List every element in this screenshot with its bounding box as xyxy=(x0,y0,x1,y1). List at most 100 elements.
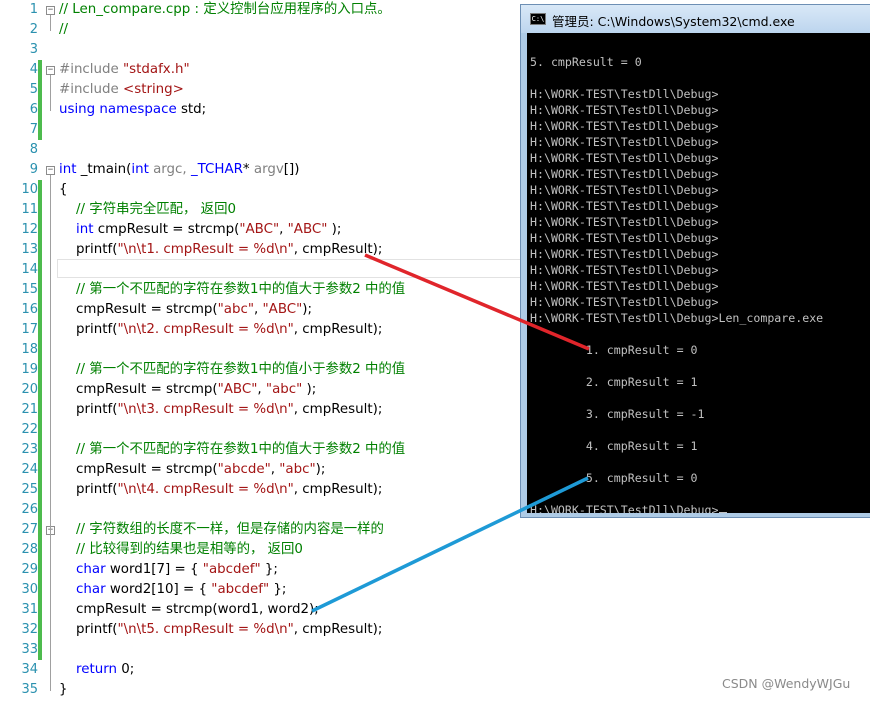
line-number: 6 xyxy=(29,102,38,117)
line-number: 25 xyxy=(21,482,38,497)
code-keyword: int xyxy=(76,222,98,237)
code-line[interactable]: return 0; xyxy=(59,660,134,680)
code-string: "ABC" xyxy=(217,382,258,397)
console-text: H:\WORK-TEST\TestDll\Debug> xyxy=(530,279,719,293)
code-line[interactable]: #include <string> xyxy=(59,80,184,100)
code-line[interactable]: cmpResult = strcmp("abc", "ABC"); xyxy=(59,300,312,320)
line-number: 30 xyxy=(21,582,38,597)
code-line[interactable]: int _tmain(int argc, _TCHAR* argv[]) xyxy=(59,160,299,180)
code-token: ); xyxy=(302,302,313,317)
console-text: 4. cmpResult = 1 xyxy=(530,439,698,453)
code-line[interactable]: // 比较得到的结果也是相等的， 返回0 xyxy=(59,540,303,560)
console-line: H:\WORK-TEST\TestDll\Debug>Len_compare.e… xyxy=(530,310,823,326)
code-string: "abc" xyxy=(217,302,254,317)
code-line[interactable]: cmpResult = strcmp(word1, word2); xyxy=(59,600,319,620)
code-token: []) xyxy=(283,162,300,177)
line-number: 1 xyxy=(29,2,38,17)
console-text: 5. cmpResult = 0 xyxy=(530,55,642,69)
code-line[interactable]: // xyxy=(59,20,68,40)
line-number: 27 xyxy=(21,522,38,537)
code-line[interactable]: // 第一个不匹配的字符在参数1中的值大于参数2 中的值 xyxy=(59,280,405,300)
code-comment: // 第一个不匹配的字符在参数1中的值小于参数2 中的值 xyxy=(59,362,406,377)
code-line[interactable]: printf("\n\t2. cmpResult = %d\n", cmpRes… xyxy=(59,320,382,340)
console-line: H:\WORK-TEST\TestDll\Debug> xyxy=(530,166,718,182)
code-token: { xyxy=(59,182,68,197)
line-number: 21 xyxy=(21,402,38,417)
code-line[interactable]: // 第一个不匹配的字符在参数1中的值小于参数2 中的值 xyxy=(59,360,405,380)
fold-collapse-icon[interactable]: − xyxy=(46,66,55,75)
code-string: "\n\t3. cmpResult = %d\n" xyxy=(117,402,294,417)
code-token: , xyxy=(254,302,263,317)
code-line[interactable]: cmpResult = strcmp("ABC", "abc" ); xyxy=(59,380,316,400)
code-keyword: return xyxy=(76,662,122,677)
cmd-console-output[interactable]: 5. cmpResult = 0 H:\WORK-TEST\TestDll\Deb… xyxy=(527,33,870,513)
cmd-title-bar[interactable]: C:\ 管理员: C:\Windows\System32\cmd.exe xyxy=(521,5,870,33)
code-line[interactable]: using namespace std; xyxy=(59,100,206,120)
code-line[interactable]: printf("\n\t4. cmpResult = %d\n", cmpRes… xyxy=(59,480,382,500)
code-keyword: char xyxy=(76,582,110,597)
code-comment: // 比较得到的结果也是相等的， 返回0 xyxy=(59,542,303,557)
line-number: 22 xyxy=(21,422,38,437)
code-line[interactable]: int cmpResult = strcmp("ABC", "ABC" ); xyxy=(59,220,341,240)
code-line[interactable]: char word2[10] = { "abcdef" }; xyxy=(59,580,286,600)
code-line[interactable]: printf("\n\t5. cmpResult = %d\n", cmpRes… xyxy=(59,620,382,640)
code-token: #include xyxy=(59,82,123,97)
current-line-highlight xyxy=(57,259,527,278)
line-number: 18 xyxy=(21,342,38,357)
code-token: cmpResult = strcmp( xyxy=(59,382,218,397)
code-token: printf( xyxy=(59,242,118,257)
fold-collapse-icon[interactable]: − xyxy=(46,166,55,175)
code-line[interactable]: cmpResult = strcmp("abcde", "abc"); xyxy=(59,460,325,480)
code-line[interactable]: char word1[7] = { "abcdef" }; xyxy=(59,560,278,580)
line-number: 20 xyxy=(21,382,38,397)
code-string: <string> xyxy=(123,82,184,97)
cmd-window[interactable]: C:\ 管理员: C:\Windows\System32\cmd.exe 5. … xyxy=(520,4,870,518)
fold-guide xyxy=(50,75,51,111)
code-string: "abc" xyxy=(279,462,316,477)
code-token: }; xyxy=(260,562,278,577)
code-line[interactable]: // Len_compare.cpp : 定义控制台应用程序的入口点。 xyxy=(59,0,391,20)
code-line[interactable]: // 字符串完全匹配， 返回0 xyxy=(59,200,236,220)
code-line[interactable]: } xyxy=(59,680,68,700)
console-line: H:\WORK-TEST\TestDll\Debug> xyxy=(530,182,718,198)
line-number: 15 xyxy=(21,282,38,297)
code-token: , xyxy=(270,462,280,477)
console-line: H:\WORK-TEST\TestDll\Debug> xyxy=(530,134,718,150)
code-token: argc, xyxy=(153,162,191,177)
code-comment: // 第一个不匹配的字符在参数1中的值大于参数2 中的值 xyxy=(59,442,406,457)
code-line[interactable]: printf("\n\t3. cmpResult = %d\n", cmpRes… xyxy=(59,400,382,420)
console-text: H:\WORK-TEST\TestDll\Debug> xyxy=(530,135,719,149)
code-token: }; xyxy=(269,582,287,597)
line-number: 31 xyxy=(21,602,38,617)
console-text: H:\WORK-TEST\TestDll\Debug> xyxy=(530,87,719,101)
code-line[interactable]: #include "stdafx.h" xyxy=(59,60,190,80)
line-number: 3 xyxy=(29,42,38,57)
code-keyword: using namespace xyxy=(59,102,181,117)
console-line: 4. cmpResult = 1 xyxy=(530,438,698,454)
line-number: 16 xyxy=(21,302,38,317)
code-line[interactable]: // 第一个不匹配的字符在参数1中的值大于参数2 中的值 xyxy=(59,440,405,460)
code-keyword: _TCHAR xyxy=(190,162,243,177)
fold-collapse-icon[interactable]: − xyxy=(46,6,55,15)
code-comment: // Len_compare.cpp : 定义控制台应用程序的入口点。 xyxy=(59,2,391,17)
code-line[interactable]: // 字符数组的长度不一样，但是存储的内容是一样的 xyxy=(59,520,384,540)
code-token: argv xyxy=(253,162,284,177)
console-text: H:\WORK-TEST\TestDll\Debug> xyxy=(530,151,719,165)
console-text: 1. cmpResult = 0 xyxy=(530,343,698,357)
code-token: , cmpResult); xyxy=(293,402,383,417)
line-number: 19 xyxy=(21,362,38,377)
line-number: 2 xyxy=(29,22,38,37)
code-token: cmpResult = strcmp( xyxy=(59,462,218,477)
code-token: , cmpResult); xyxy=(293,242,383,257)
console-text: 2. cmpResult = 1 xyxy=(530,375,698,389)
console-line: 3. cmpResult = -1 xyxy=(530,406,705,422)
code-token: 0; xyxy=(121,662,135,677)
console-line: H:\WORK-TEST\TestDll\Debug> xyxy=(530,294,718,310)
code-token: * xyxy=(242,162,254,177)
line-number: 10 xyxy=(21,182,38,197)
code-line[interactable]: { xyxy=(59,180,68,200)
line-number: 4 xyxy=(29,62,38,77)
code-token: , xyxy=(257,382,266,397)
code-line[interactable]: printf("\n\t1. cmpResult = %d\n", cmpRes… xyxy=(59,240,382,260)
